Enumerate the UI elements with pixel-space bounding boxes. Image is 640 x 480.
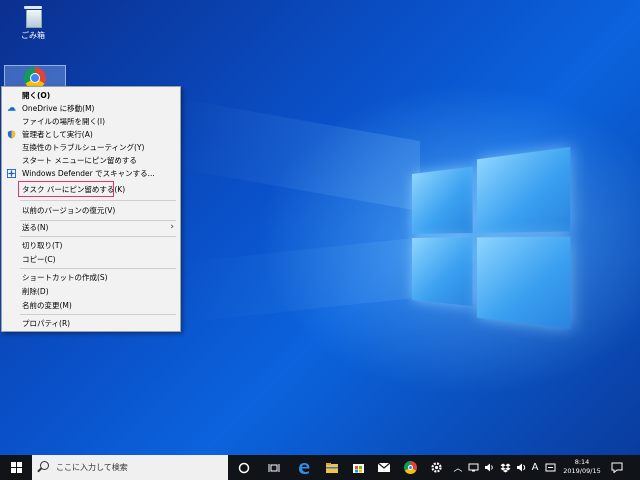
- notification-icon: [611, 462, 623, 473]
- menu-item-move-to-onedrive[interactable]: OneDrive に移動(M): [2, 102, 180, 115]
- notification-button[interactable]: [606, 455, 628, 480]
- onedrive-icon: [7, 107, 16, 111]
- menu-item-restore-previous-versions[interactable]: 以前のバージョンの復元(V): [2, 204, 180, 217]
- recycle-bin-label: ごみ箱: [21, 31, 45, 40]
- volume-button[interactable]: [482, 455, 496, 480]
- menu-item-pin-to-start[interactable]: スタート メニューにピン留めする: [2, 154, 180, 167]
- store-icon: [352, 464, 364, 473]
- defender-icon: [7, 169, 16, 178]
- dropbox-button[interactable]: [498, 455, 512, 480]
- recycle-bin-desktop-icon[interactable]: ごみ箱: [8, 4, 58, 41]
- menu-separator: [20, 236, 176, 237]
- volume-button-2[interactable]: [514, 455, 528, 480]
- chevron-up-icon[interactable]: ︿: [452, 455, 464, 480]
- search-placeholder: ここに入力して検索: [56, 463, 128, 472]
- store-button[interactable]: [346, 455, 370, 480]
- edge-button[interactable]: [292, 455, 316, 480]
- menu-item-send-to[interactable]: 送る(N) ›: [2, 221, 180, 234]
- menu-item-open[interactable]: 開く(O): [2, 89, 180, 102]
- search-box[interactable]: ここに入力して検索: [32, 455, 228, 480]
- desktop[interactable]: ごみ箱 開く(O) OneDrive に移動(M) ファイルの場所を開く(I) …: [0, 0, 640, 455]
- volume-icon: [516, 463, 525, 472]
- uac-shield-icon: [7, 130, 16, 139]
- task-view-icon: [268, 463, 280, 472]
- menu-item-create-shortcut[interactable]: ショートカットの作成(S): [2, 271, 180, 284]
- menu-item-properties[interactable]: プロパティ(R): [2, 317, 180, 330]
- ime-indicator[interactable]: A: [528, 455, 542, 480]
- clock[interactable]: 8:14 2019/09/15: [560, 458, 604, 476]
- file-explorer-button[interactable]: [320, 455, 344, 480]
- edge-icon: [299, 462, 310, 474]
- menu-separator: [20, 314, 176, 315]
- menu-item-run-as-admin[interactable]: 管理者として実行(A): [2, 128, 180, 141]
- chevron-right-icon: ›: [170, 222, 174, 232]
- light-beam: [180, 98, 420, 212]
- menu-item-open-file-location[interactable]: ファイルの場所を開く(I): [2, 115, 180, 128]
- menu-item-delete[interactable]: 削除(D): [2, 285, 180, 298]
- dropbox-icon: [500, 463, 510, 472]
- menu-item-cut[interactable]: 切り取り(T): [2, 239, 180, 252]
- context-menu: 開く(O) OneDrive に移動(M) ファイルの場所を開く(I) 管理者と…: [1, 86, 181, 332]
- menu-item-copy[interactable]: コピー(C): [2, 253, 180, 266]
- light-beam: [180, 237, 420, 323]
- ime-icon: [545, 463, 555, 472]
- clock-time: 8:14: [574, 458, 590, 466]
- cortana-icon: [238, 462, 250, 473]
- mail-icon: [377, 462, 391, 472]
- task-view-button[interactable]: [262, 455, 286, 480]
- chrome-taskbar-button[interactable]: [398, 455, 422, 480]
- windows-logo-wallpaper: [412, 146, 571, 339]
- menu-separator: [20, 268, 176, 269]
- taskbar: ここに入力して検索 ︿ A 8:14 2019/09/15: [0, 455, 640, 480]
- search-icon: [40, 461, 49, 470]
- menu-item-rename[interactable]: 名前の変更(M): [2, 299, 180, 312]
- file-explorer-icon: [326, 462, 338, 473]
- volume-icon: [484, 463, 493, 472]
- mail-button[interactable]: [372, 455, 396, 480]
- network-icon: [468, 463, 478, 472]
- menu-item-compat-troubleshoot[interactable]: 互換性のトラブルシューティング(Y): [2, 141, 180, 154]
- menu-item-defender-scan[interactable]: Windows Defender でスキャンする...: [2, 167, 180, 180]
- cortana-button[interactable]: [232, 455, 256, 480]
- network-button[interactable]: [466, 455, 480, 480]
- ime-pad-button[interactable]: [543, 455, 557, 480]
- settings-button[interactable]: [424, 455, 448, 480]
- settings-icon: [430, 462, 442, 473]
- menu-item-pin-to-taskbar[interactable]: タスク バーにピン留めする(K): [2, 183, 180, 196]
- clock-date: 2019/09/15: [563, 467, 601, 475]
- start-button[interactable]: [0, 455, 32, 480]
- windows-start-icon: [10, 462, 22, 473]
- menu-separator: [20, 200, 176, 201]
- chrome-icon: [403, 461, 417, 474]
- recycle-bin-icon: [23, 4, 43, 28]
